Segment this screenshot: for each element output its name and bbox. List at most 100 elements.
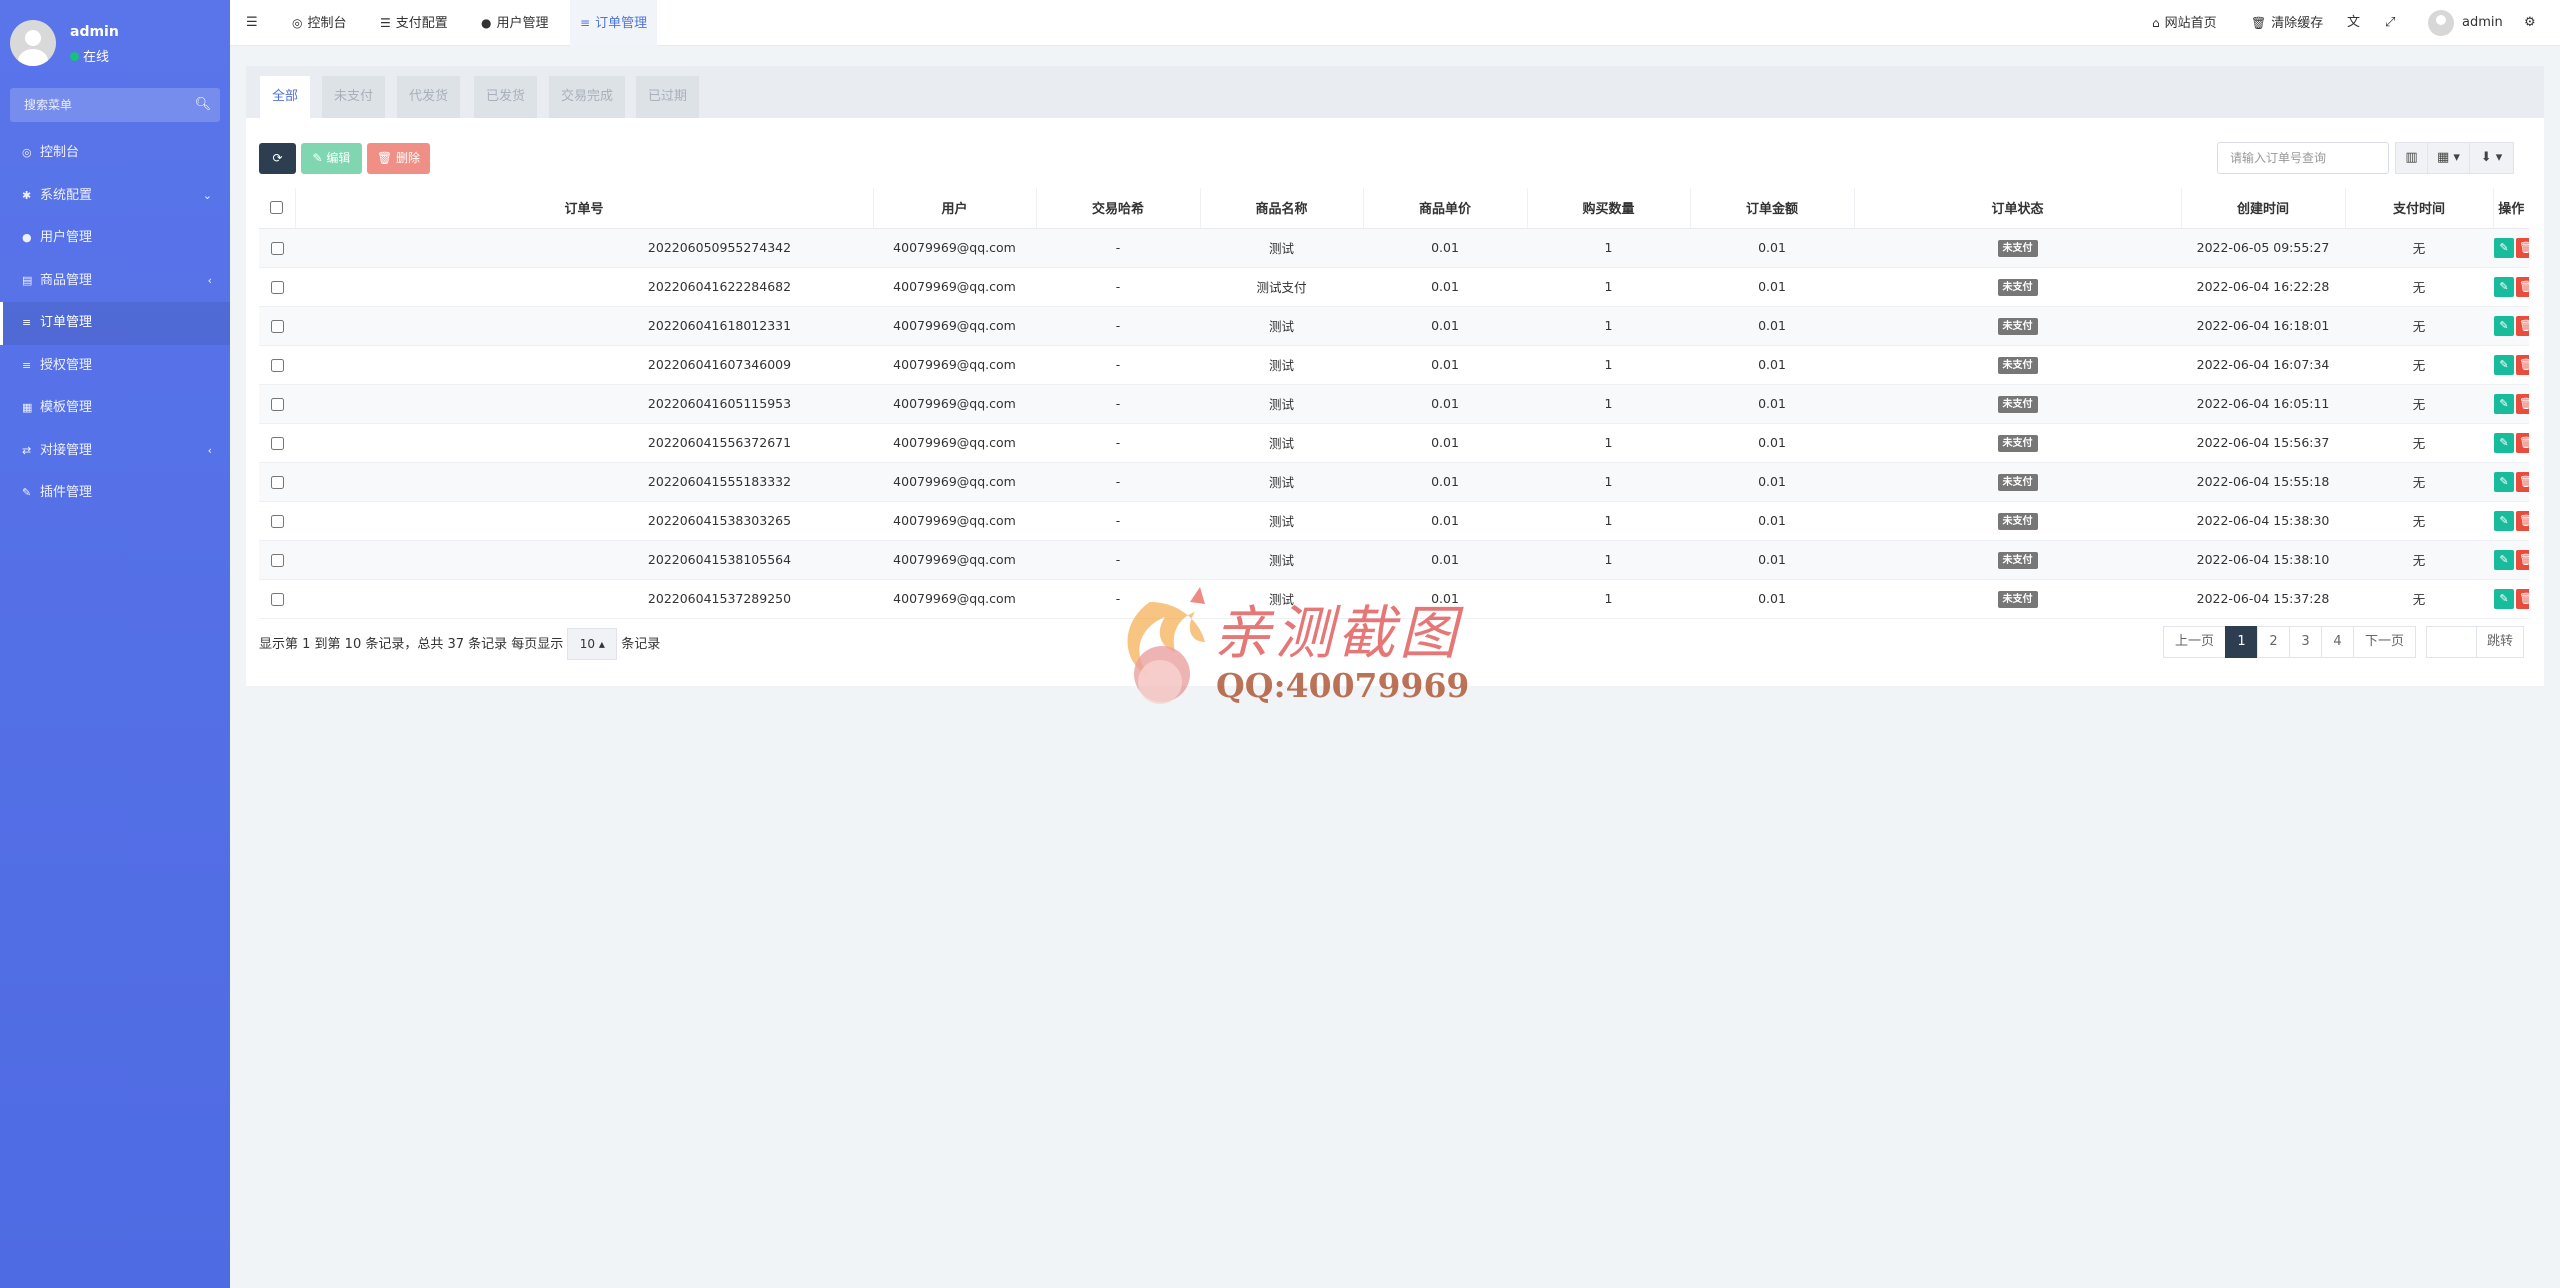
language-icon[interactable]: 文: [2347, 0, 2360, 46]
row-edit-icon[interactable]: ✎: [2494, 510, 2515, 531]
chevron-icon: ‹: [207, 443, 212, 457]
topbar-tab-3[interactable]: ≡ 订单管理: [570, 0, 658, 46]
row-edit-icon[interactable]: ✎: [2494, 354, 2515, 375]
row-delete-icon[interactable]: 🗑︎: [2516, 276, 2529, 297]
row-edit-icon[interactable]: ✎: [2494, 471, 2515, 492]
topbar-user-name: admin: [2462, 15, 2503, 30]
trash-icon: 🗑︎: [376, 151, 397, 165]
row-delete-icon[interactable]: 🗑︎: [2516, 432, 2529, 453]
order-tab-4[interactable]: 交易完成: [549, 76, 626, 118]
row-checkbox[interactable]: [270, 515, 284, 528]
avatar[interactable]: [10, 20, 56, 66]
row-delete-icon[interactable]: 🗑︎: [2516, 354, 2529, 375]
table-row[interactable]: 202206041622284682 40079969@qq.com - 测试支付 0.…: [259, 267, 2529, 307]
sidebar-item-0[interactable]: ◎ 控制台: [0, 132, 230, 175]
row-edit-icon[interactable]: ✎: [2494, 237, 2515, 258]
page-4-button[interactable]: 4: [2321, 626, 2354, 658]
menu-toggle-icon[interactable]: ☰: [246, 0, 258, 46]
row-delete-icon[interactable]: 🗑︎: [2516, 237, 2529, 258]
settings-gear-icon[interactable]: ⚙: [2524, 0, 2536, 46]
next-page-button[interactable]: 下一页: [2353, 626, 2416, 658]
table-row[interactable]: 202206041538303265 40079969@qq.com - 测试 0.01…: [259, 501, 2529, 541]
sidebar-item-6[interactable]: ▦ 模板管理: [0, 387, 230, 430]
prev-page-button[interactable]: 上一页: [2163, 626, 2226, 658]
page-3-button[interactable]: 3: [2289, 626, 2322, 658]
row-checkbox[interactable]: [270, 554, 284, 567]
select-all-cell: [259, 188, 295, 229]
jump-button[interactable]: 跳转: [2476, 626, 2524, 658]
topbar: ☰ ◎ 控制台 ☰ 支付配置 ● 用户管理 ≡ 订单管理 ⌂ 网站首页 🗑︎ 清除缓存 文 ⤢ a…: [230, 0, 2560, 46]
sidebar-item-7[interactable]: ⇄ 对接管理 ‹: [0, 430, 230, 473]
row-edit-icon[interactable]: ✎: [2494, 393, 2515, 414]
cell-created: 2022-06-04 15:37:28: [2181, 579, 2346, 619]
row-delete-icon[interactable]: 🗑︎: [2516, 549, 2529, 570]
toggle-view-button[interactable]: ▥: [2395, 142, 2428, 174]
topbar-tab-2[interactable]: ● 用户管理: [481, 0, 549, 46]
table-row[interactable]: 202206050955274342 40079969@qq.com - 测试 0.01…: [259, 228, 2529, 268]
sidebar-item-4[interactable]: ≡ 订单管理: [0, 302, 230, 345]
row-delete-icon[interactable]: 🗑︎: [2516, 510, 2529, 531]
row-delete-icon[interactable]: 🗑︎: [2516, 393, 2529, 414]
table-row[interactable]: 202206041538105564 40079969@qq.com - 测试 0.01…: [259, 540, 2529, 580]
row-edit-icon[interactable]: ✎: [2494, 588, 2515, 609]
row-checkbox[interactable]: [270, 242, 284, 255]
cell-actions: ✎🗑︎: [2493, 540, 2529, 580]
order-tab-5[interactable]: 已过期: [636, 76, 700, 118]
row-checkbox[interactable]: [270, 320, 284, 333]
table-row[interactable]: 202206041607346009 40079969@qq.com - 测试 0.01…: [259, 345, 2529, 385]
order-tab-1[interactable]: 未支付: [322, 76, 386, 118]
topbar-tab-0[interactable]: ◎ 控制台: [292, 0, 347, 46]
row-checkbox[interactable]: [270, 281, 284, 294]
row-checkbox[interactable]: [270, 398, 284, 411]
row-edit-icon[interactable]: ✎: [2494, 549, 2515, 570]
menu-search-input[interactable]: [10, 88, 180, 122]
row-checkbox[interactable]: [270, 476, 284, 489]
online-dot-icon: [70, 52, 79, 61]
delete-button[interactable]: 🗑︎ 删除: [367, 143, 430, 174]
dashboard-icon: ◎: [292, 16, 303, 30]
table-row[interactable]: 202206041537289250 40079969@qq.com - 测试 0.01…: [259, 579, 2529, 619]
export-button[interactable]: ⬇ ▾: [2469, 142, 2514, 174]
order-tab-3[interactable]: 已发货: [474, 76, 538, 118]
table-row[interactable]: 202206041618012331 40079969@qq.com - 测试 0.01…: [259, 306, 2529, 346]
row-checkbox[interactable]: [270, 437, 284, 450]
refresh-button[interactable]: ⟳: [259, 143, 296, 174]
user-menu[interactable]: admin: [2428, 0, 2503, 46]
row-checkbox[interactable]: [270, 359, 284, 372]
page-size-select[interactable]: 10 ▴: [567, 628, 618, 660]
row-delete-icon[interactable]: 🗑︎: [2516, 315, 2529, 336]
order-tab-0[interactable]: 全部: [260, 76, 311, 118]
sidebar-item-3[interactable]: ▤ 商品管理 ‹: [0, 260, 230, 303]
row-delete-icon[interactable]: 🗑︎: [2516, 588, 2529, 609]
columns-button[interactable]: ▦ ▾: [2427, 142, 2470, 174]
cell-paid: 无: [2345, 306, 2494, 346]
sidebar-item-8[interactable]: ✎ 插件管理: [0, 472, 230, 515]
topbar-tab-1[interactable]: ☰ 支付配置: [380, 0, 448, 46]
select-all-checkbox[interactable]: [270, 201, 284, 215]
sidebar-item-5[interactable]: ≡ 授权管理: [0, 345, 230, 388]
table-row[interactable]: 202206041556372671 40079969@qq.com - 测试 0.01…: [259, 423, 2529, 463]
page-1-button[interactable]: 1: [2225, 626, 2258, 658]
row-checkbox[interactable]: [270, 593, 284, 606]
cell-paid: 无: [2345, 579, 2494, 619]
search-icon[interactable]: 🔍︎: [186, 88, 220, 122]
row-edit-icon[interactable]: ✎: [2494, 276, 2515, 297]
cell-order-no: 202206041537289250: [566, 579, 874, 619]
sidebar-item-2[interactable]: ● 用户管理: [0, 217, 230, 260]
order-search-input[interactable]: [2217, 142, 2389, 174]
row-edit-icon[interactable]: ✎: [2494, 315, 2515, 336]
row-delete-icon[interactable]: 🗑︎: [2516, 471, 2529, 492]
page-2-button[interactable]: 2: [2257, 626, 2290, 658]
table-row[interactable]: 202206041555183332 40079969@qq.com - 测试 0.01…: [259, 462, 2529, 502]
order-tab-2[interactable]: 代发货: [397, 76, 461, 118]
clear-cache-button[interactable]: 🗑︎ 清除缓存: [2251, 0, 2323, 46]
jump-page-input[interactable]: [2426, 626, 2477, 658]
row-edit-icon[interactable]: ✎: [2494, 432, 2515, 453]
sidebar-item-1[interactable]: ✱ 系统配置 ⌄: [0, 175, 230, 218]
edit-button[interactable]: ✎ 编辑: [301, 143, 362, 174]
cell-user: 40079969@qq.com: [873, 306, 1037, 346]
cart-icon: ▤: [22, 273, 33, 287]
fullscreen-icon[interactable]: ⤢: [2385, 0, 2395, 46]
table-row[interactable]: 202206041605115953 40079969@qq.com - 测试 0.01…: [259, 384, 2529, 424]
site-home-link[interactable]: ⌂ 网站首页: [2152, 0, 2217, 46]
